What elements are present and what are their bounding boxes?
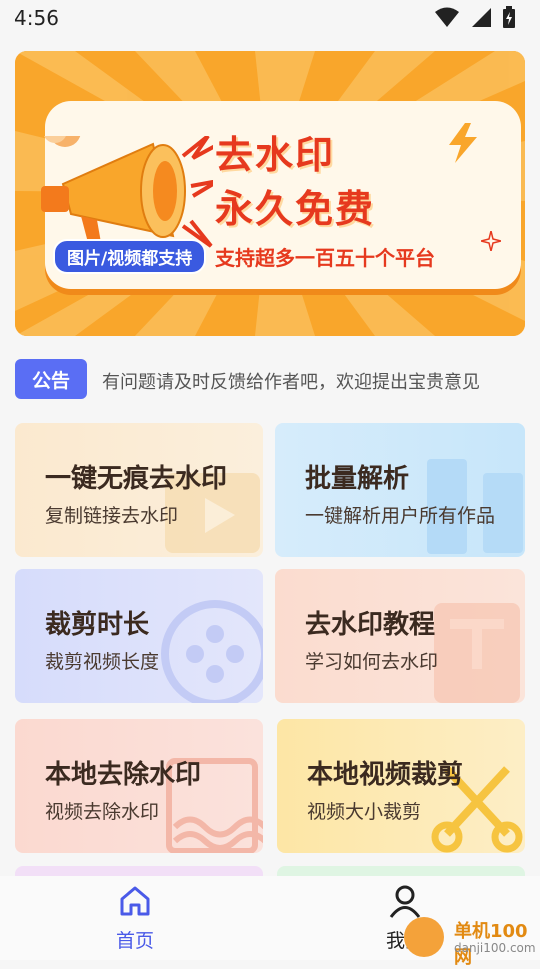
battery-icon xyxy=(503,6,515,28)
site-watermark: 单机100网 danji100.com xyxy=(404,905,540,968)
tile-one-click-remove-watermark[interactable]: 一键无痕去水印 复制链接去水印 xyxy=(15,423,263,557)
tile-watermark-tutorial[interactable]: 去水印教程 学习如何去水印 xyxy=(275,569,525,703)
promo-banner[interactable]: 去水印 永久免费 图片/视频都支持 支持超多一百五十个平台 xyxy=(15,51,525,336)
tile-title: 去水印教程 xyxy=(305,610,436,640)
tile-subtitle: 视频大小裁剪 xyxy=(307,801,422,823)
film-reel-icon xyxy=(161,600,263,703)
tile-batch-parse[interactable]: 批量解析 一键解析用户所有作品 xyxy=(275,423,525,557)
status-icons xyxy=(434,6,516,28)
book-icon xyxy=(434,603,520,703)
tile-subtitle: 学习如何去水印 xyxy=(305,651,439,673)
banner-subline: 支持超多一百五十个平台 xyxy=(215,246,435,270)
tile-subtitle: 复制链接去水印 xyxy=(45,505,179,527)
tile-title: 本地视频裁剪 xyxy=(307,760,464,790)
tile-title: 裁剪时长 xyxy=(45,610,150,640)
home-icon xyxy=(120,886,150,916)
notice-bar[interactable]: 公告 有问题请及时反馈给作者吧，欢迎提出宝贵意见 xyxy=(15,358,525,402)
tile-title: 本地去除水印 xyxy=(45,760,202,790)
notice-text: 有问题请及时反馈给作者吧，欢迎提出宝贵意见 xyxy=(102,372,480,393)
nav-home-label: 首页 xyxy=(115,930,154,952)
status-time: 4:56 xyxy=(14,6,59,30)
tile-local-remove-watermark[interactable]: 本地去除水印 视频去除水印 xyxy=(15,719,263,853)
status-bar: 4:56 xyxy=(0,0,540,38)
banner-headline-2: 永久免费 xyxy=(215,187,376,231)
tile-subtitle: 裁剪视频长度 xyxy=(45,651,160,673)
notice-tag: 公告 xyxy=(15,359,87,399)
lightning-icon xyxy=(449,123,477,163)
tile-title: 一键无痕去水印 xyxy=(45,464,228,494)
watermark-logo xyxy=(404,917,444,957)
signal-icon xyxy=(472,8,491,27)
tile-subtitle: 视频去除水印 xyxy=(45,801,160,823)
wifi-icon xyxy=(435,7,459,27)
tile-trim-duration[interactable]: 裁剪时长 裁剪视频长度 xyxy=(15,569,263,703)
nav-home[interactable]: 首页 xyxy=(75,884,195,953)
tile-subtitle: 一键解析用户所有作品 xyxy=(305,505,496,527)
sparkle-icon xyxy=(481,231,501,251)
banner-pill: 图片/视频都支持 xyxy=(53,239,207,274)
megaphone-icon xyxy=(41,136,213,254)
tile-local-video-crop[interactable]: 本地视频裁剪 视频大小裁剪 xyxy=(277,719,525,853)
tile-title: 批量解析 xyxy=(305,464,410,494)
banner-headline-1: 去水印 xyxy=(215,133,336,177)
watermark-url: danji100.com xyxy=(454,941,536,955)
